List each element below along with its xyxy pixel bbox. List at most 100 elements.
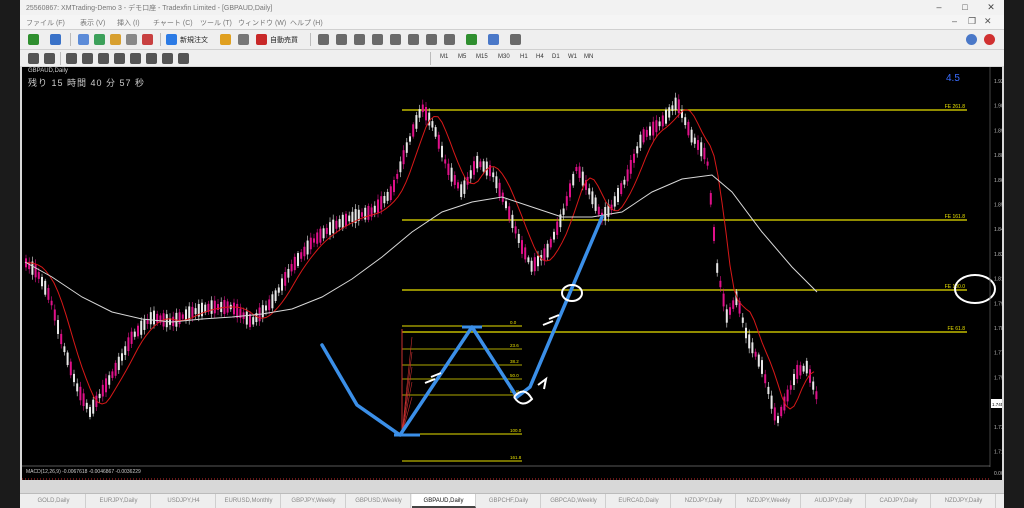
arrows-icon[interactable] — [178, 53, 189, 64]
zoom-out-icon[interactable] — [390, 34, 401, 45]
channel-icon[interactable] — [114, 53, 125, 64]
search-icon[interactable] — [966, 34, 977, 45]
autotrade-button[interactable]: 自動売買 — [270, 35, 298, 45]
candle-body — [191, 306, 194, 317]
menu-chart[interactable]: チャート (C) — [153, 18, 193, 28]
chart-canvas[interactable]: FE 261.8FE 161.8FE 100.0FE 61.80.023.638… — [22, 67, 1002, 480]
chart-tab[interactable]: GBPCHF,Daily — [477, 494, 541, 508]
new-chart-icon[interactable] — [28, 34, 39, 45]
strategy-tester-icon[interactable] — [142, 34, 153, 45]
tile-windows-icon[interactable] — [408, 34, 419, 45]
community-icon[interactable] — [984, 34, 995, 45]
maximize-button[interactable]: □ — [952, 0, 978, 15]
fib-expansion-label: FE 61.8 — [947, 326, 965, 332]
timeframe-m30[interactable]: M30 — [498, 54, 510, 60]
chart-tab[interactable]: NZDJPY,Daily — [932, 494, 996, 508]
data-window-icon[interactable] — [94, 34, 105, 45]
price-axis-label: 1.92370 — [994, 79, 1002, 85]
chart-tab[interactable]: GBPCAD,Weekly — [542, 494, 606, 508]
menu-insert[interactable]: 挿入 (I) — [117, 18, 140, 28]
timeframe-m15[interactable]: M15 — [476, 54, 488, 60]
candle-body — [143, 319, 146, 330]
metaeditor-icon[interactable] — [220, 34, 231, 45]
chart-tab[interactable]: EURUSD,Monthly — [217, 494, 281, 508]
timeframe-h4[interactable]: H4 — [536, 54, 544, 60]
price-axis-label: 1.77220 — [994, 351, 1002, 357]
minimize-button[interactable]: – — [926, 0, 952, 15]
timeframe-m5[interactable]: M5 — [458, 54, 466, 60]
vertical-line-icon[interactable] — [66, 53, 77, 64]
candle-body — [671, 105, 674, 111]
child-minimize-button[interactable]: – — [952, 16, 957, 26]
candle-body — [597, 206, 600, 215]
templates-icon[interactable] — [510, 34, 521, 45]
menu-view[interactable]: 表示 (V) — [80, 18, 105, 28]
timeframe-d1[interactable]: D1 — [552, 54, 560, 60]
menu-tools[interactable]: ツール (T) — [200, 18, 232, 28]
chart-tab[interactable]: NZDJPY,Weekly — [737, 494, 801, 508]
horizontal-line-icon[interactable] — [82, 53, 93, 64]
menu-help[interactable]: ヘルプ (H) — [290, 18, 323, 28]
candle-body — [556, 221, 559, 235]
candle-body — [373, 205, 376, 213]
cursor-icon[interactable] — [28, 53, 39, 64]
periods-icon[interactable] — [488, 34, 499, 45]
timeframe-mn[interactable]: MN — [584, 54, 593, 60]
bar-chart-icon[interactable] — [318, 34, 329, 45]
timeframe-m1[interactable]: M1 — [440, 54, 448, 60]
chart-tab[interactable]: USDJPY,H4 — [152, 494, 216, 508]
profiles-icon[interactable] — [50, 34, 61, 45]
chart-shift-icon[interactable] — [444, 34, 455, 45]
autotrade-icon[interactable] — [256, 34, 267, 45]
close-button[interactable]: ✕ — [978, 0, 1004, 15]
candlestick-icon[interactable] — [336, 34, 347, 45]
text-icon[interactable] — [146, 53, 157, 64]
candle-body — [767, 386, 770, 395]
chart-tab[interactable]: EURCAD,Daily — [607, 494, 671, 508]
candle-body — [69, 361, 72, 376]
chart-tab[interactable]: EURJPY,Daily — [87, 494, 151, 508]
autoscroll-icon[interactable] — [426, 34, 437, 45]
chart-tab[interactable]: AUDJPY,Daily — [802, 494, 866, 508]
chart-tab[interactable]: GBPAUD,Daily — [412, 494, 476, 508]
line-chart-icon[interactable] — [354, 34, 365, 45]
chart-tab[interactable]: NZDJPY,Daily — [672, 494, 736, 508]
indicators-icon[interactable] — [466, 34, 477, 45]
candle-body — [303, 246, 306, 257]
candle-body — [437, 134, 440, 149]
fibonacci-icon[interactable] — [130, 53, 141, 64]
options-icon[interactable] — [238, 34, 249, 45]
chart-tab[interactable]: CADJPY,Daily — [867, 494, 931, 508]
new-order-button[interactable]: 新規注文 — [180, 35, 208, 45]
crosshair-icon[interactable] — [44, 53, 55, 64]
new-order-icon[interactable] — [166, 34, 177, 45]
candle-body — [329, 222, 331, 235]
price-axis-label: 1.78570 — [994, 326, 1002, 332]
navigator-icon[interactable] — [110, 34, 121, 45]
label-icon[interactable] — [162, 53, 173, 64]
terminal-icon[interactable] — [126, 34, 137, 45]
candle-body — [434, 127, 437, 137]
candle-body — [290, 263, 293, 272]
trendline-icon[interactable] — [98, 53, 109, 64]
candle-body — [92, 399, 95, 414]
chart-tab[interactable]: GBPJPY,Weekly — [282, 494, 346, 508]
menu-file[interactable]: ファイル (F) — [26, 18, 65, 28]
fast-moving-average — [26, 109, 815, 410]
candle-body — [642, 129, 645, 143]
price-chart[interactable]: FE 261.8 FE 161.8 FE 100.0 FE 61.8 0.0 23.6 38… — [22, 67, 1002, 480]
chart-tab[interactable]: GBPUSD,Weekly — [347, 494, 411, 508]
candle-body — [604, 206, 607, 221]
child-restore-button[interactable]: ❐ — [968, 16, 976, 27]
candle-body — [572, 173, 575, 186]
timeframe-w1[interactable]: W1 — [568, 54, 577, 60]
child-close-button[interactable]: ✕ — [984, 16, 992, 27]
market-watch-icon[interactable] — [78, 34, 89, 45]
zoom-in-icon[interactable] — [372, 34, 383, 45]
menu-window[interactable]: ウィンドウ (W) — [238, 18, 286, 28]
timeframe-h1[interactable]: H1 — [520, 54, 528, 60]
candle-body — [697, 140, 699, 150]
drawing-toolbar: M1 M5 M15 M30 H1 H4 D1 W1 MN — [20, 49, 1004, 66]
chart-tab[interactable]: GOLD,Daily — [22, 494, 86, 508]
candle-body — [661, 115, 664, 127]
